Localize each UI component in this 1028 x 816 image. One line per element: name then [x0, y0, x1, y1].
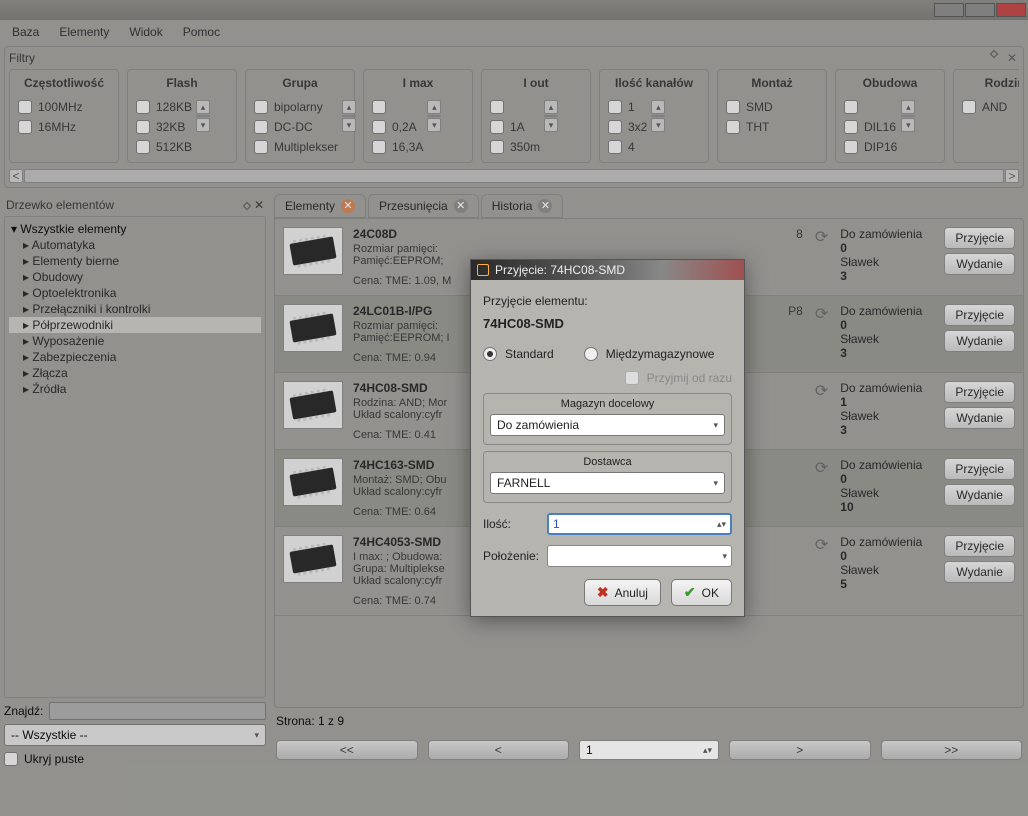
- cancel-icon: ✖: [597, 584, 609, 601]
- qty-input[interactable]: 1▴▾: [547, 513, 732, 535]
- radio-interwarehouse[interactable]: Międzymagazynowe: [584, 347, 715, 361]
- target-warehouse-select[interactable]: Do zamówienia▾: [490, 414, 725, 436]
- receive-dialog: Przyjęcie: 74HC08-SMD Przyjęcie elementu…: [470, 259, 745, 617]
- dialog-title: Przyjęcie: 74HC08-SMD: [495, 263, 625, 277]
- supplier-label: Dostawca: [490, 456, 725, 472]
- dialog-element-name: 74HC08-SMD: [483, 316, 732, 331]
- dialog-icon: [477, 264, 489, 276]
- ok-icon: ✔: [684, 584, 696, 601]
- ok-button[interactable]: ✔OK: [671, 579, 732, 606]
- dialog-titlebar[interactable]: Przyjęcie: 74HC08-SMD: [471, 260, 744, 280]
- position-input[interactable]: ▾: [547, 545, 732, 567]
- qty-label: Ilość:: [483, 517, 539, 531]
- radio-standard[interactable]: Standard: [483, 347, 554, 361]
- dialog-header: Przyjęcie elementu:: [483, 294, 732, 308]
- position-label: Położenie:: [483, 549, 539, 563]
- accept-now-checkbox: [625, 371, 639, 385]
- accept-now-label: Przyjmij od razu: [647, 371, 732, 385]
- cancel-button[interactable]: ✖Anuluj: [584, 579, 661, 606]
- target-warehouse-label: Magazyn docelowy: [490, 398, 725, 414]
- supplier-select[interactable]: FARNELL▾: [490, 472, 725, 494]
